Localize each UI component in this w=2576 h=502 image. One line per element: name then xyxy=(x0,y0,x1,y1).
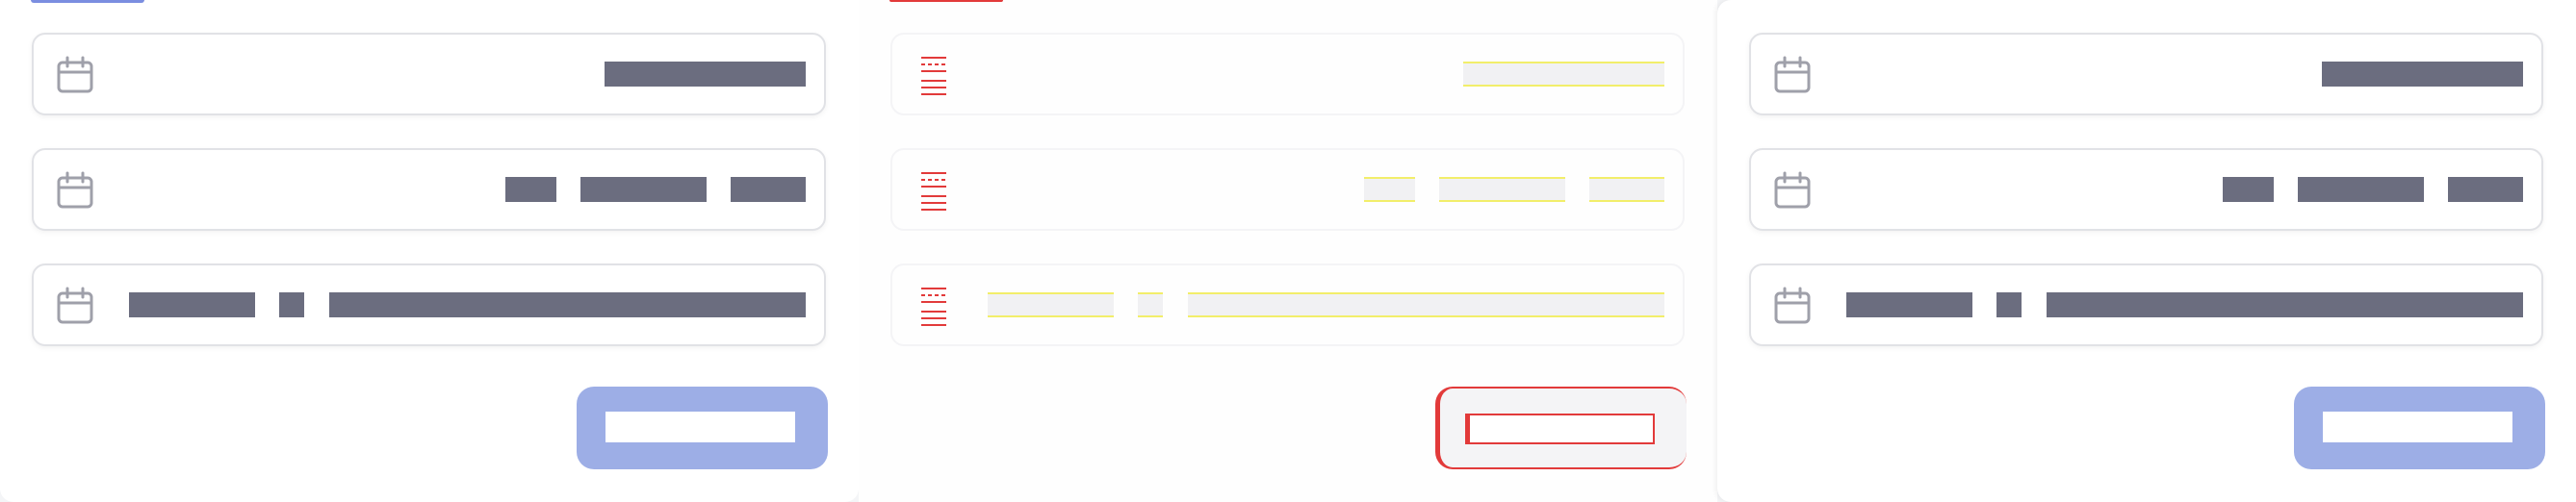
date-year xyxy=(2448,177,2523,202)
date-row[interactable] xyxy=(32,264,826,346)
date-day xyxy=(2223,177,2274,202)
calendar-icon xyxy=(921,57,946,95)
confirm-button[interactable] xyxy=(577,387,828,469)
calendar-icon xyxy=(1774,287,1811,324)
calendar-icon xyxy=(57,171,93,209)
date-row[interactable] xyxy=(32,33,826,115)
date-separator xyxy=(1138,292,1163,317)
date-value xyxy=(2322,62,2523,87)
confirm-button-label xyxy=(1465,414,1655,444)
date-row[interactable] xyxy=(890,264,1685,346)
date-row[interactable] xyxy=(1749,33,2543,115)
date-picker-screens xyxy=(0,0,2576,502)
date-start xyxy=(1846,292,1972,317)
calendar-icon xyxy=(921,172,946,211)
confirm-button[interactable] xyxy=(2294,387,2545,469)
date-row[interactable] xyxy=(32,148,826,231)
active-indicator xyxy=(31,0,144,3)
date-day xyxy=(1364,177,1415,202)
date-month xyxy=(2298,177,2424,202)
date-separator xyxy=(279,292,304,317)
date-month xyxy=(1439,177,1565,202)
date-row[interactable] xyxy=(890,148,1685,231)
date-range-end xyxy=(329,292,806,317)
active-indicator xyxy=(889,0,1003,2)
date-value xyxy=(1463,62,1664,87)
calendar-icon xyxy=(57,287,93,324)
calendar-icon xyxy=(1774,171,1811,209)
date-row[interactable] xyxy=(1749,148,2543,231)
calendar-icon xyxy=(57,56,93,93)
panel-default-alt xyxy=(1717,0,2576,502)
date-row[interactable] xyxy=(1749,264,2543,346)
date-range-end xyxy=(2047,292,2523,317)
panel-debug-overlay xyxy=(859,0,1717,502)
date-year xyxy=(1589,177,1664,202)
confirm-button-label xyxy=(605,412,795,442)
date-year xyxy=(731,177,806,202)
date-start xyxy=(988,292,1114,317)
calendar-icon xyxy=(921,288,946,326)
date-day xyxy=(505,177,556,202)
date-separator xyxy=(1996,292,2022,317)
date-value xyxy=(605,62,806,87)
confirm-button-label xyxy=(2323,412,2512,442)
date-range-end xyxy=(1188,292,1664,317)
panel-default xyxy=(0,0,859,502)
date-start xyxy=(129,292,255,317)
confirm-button[interactable] xyxy=(1435,387,1687,469)
date-row[interactable] xyxy=(890,33,1685,115)
calendar-icon xyxy=(1774,56,1811,93)
date-month xyxy=(580,177,707,202)
